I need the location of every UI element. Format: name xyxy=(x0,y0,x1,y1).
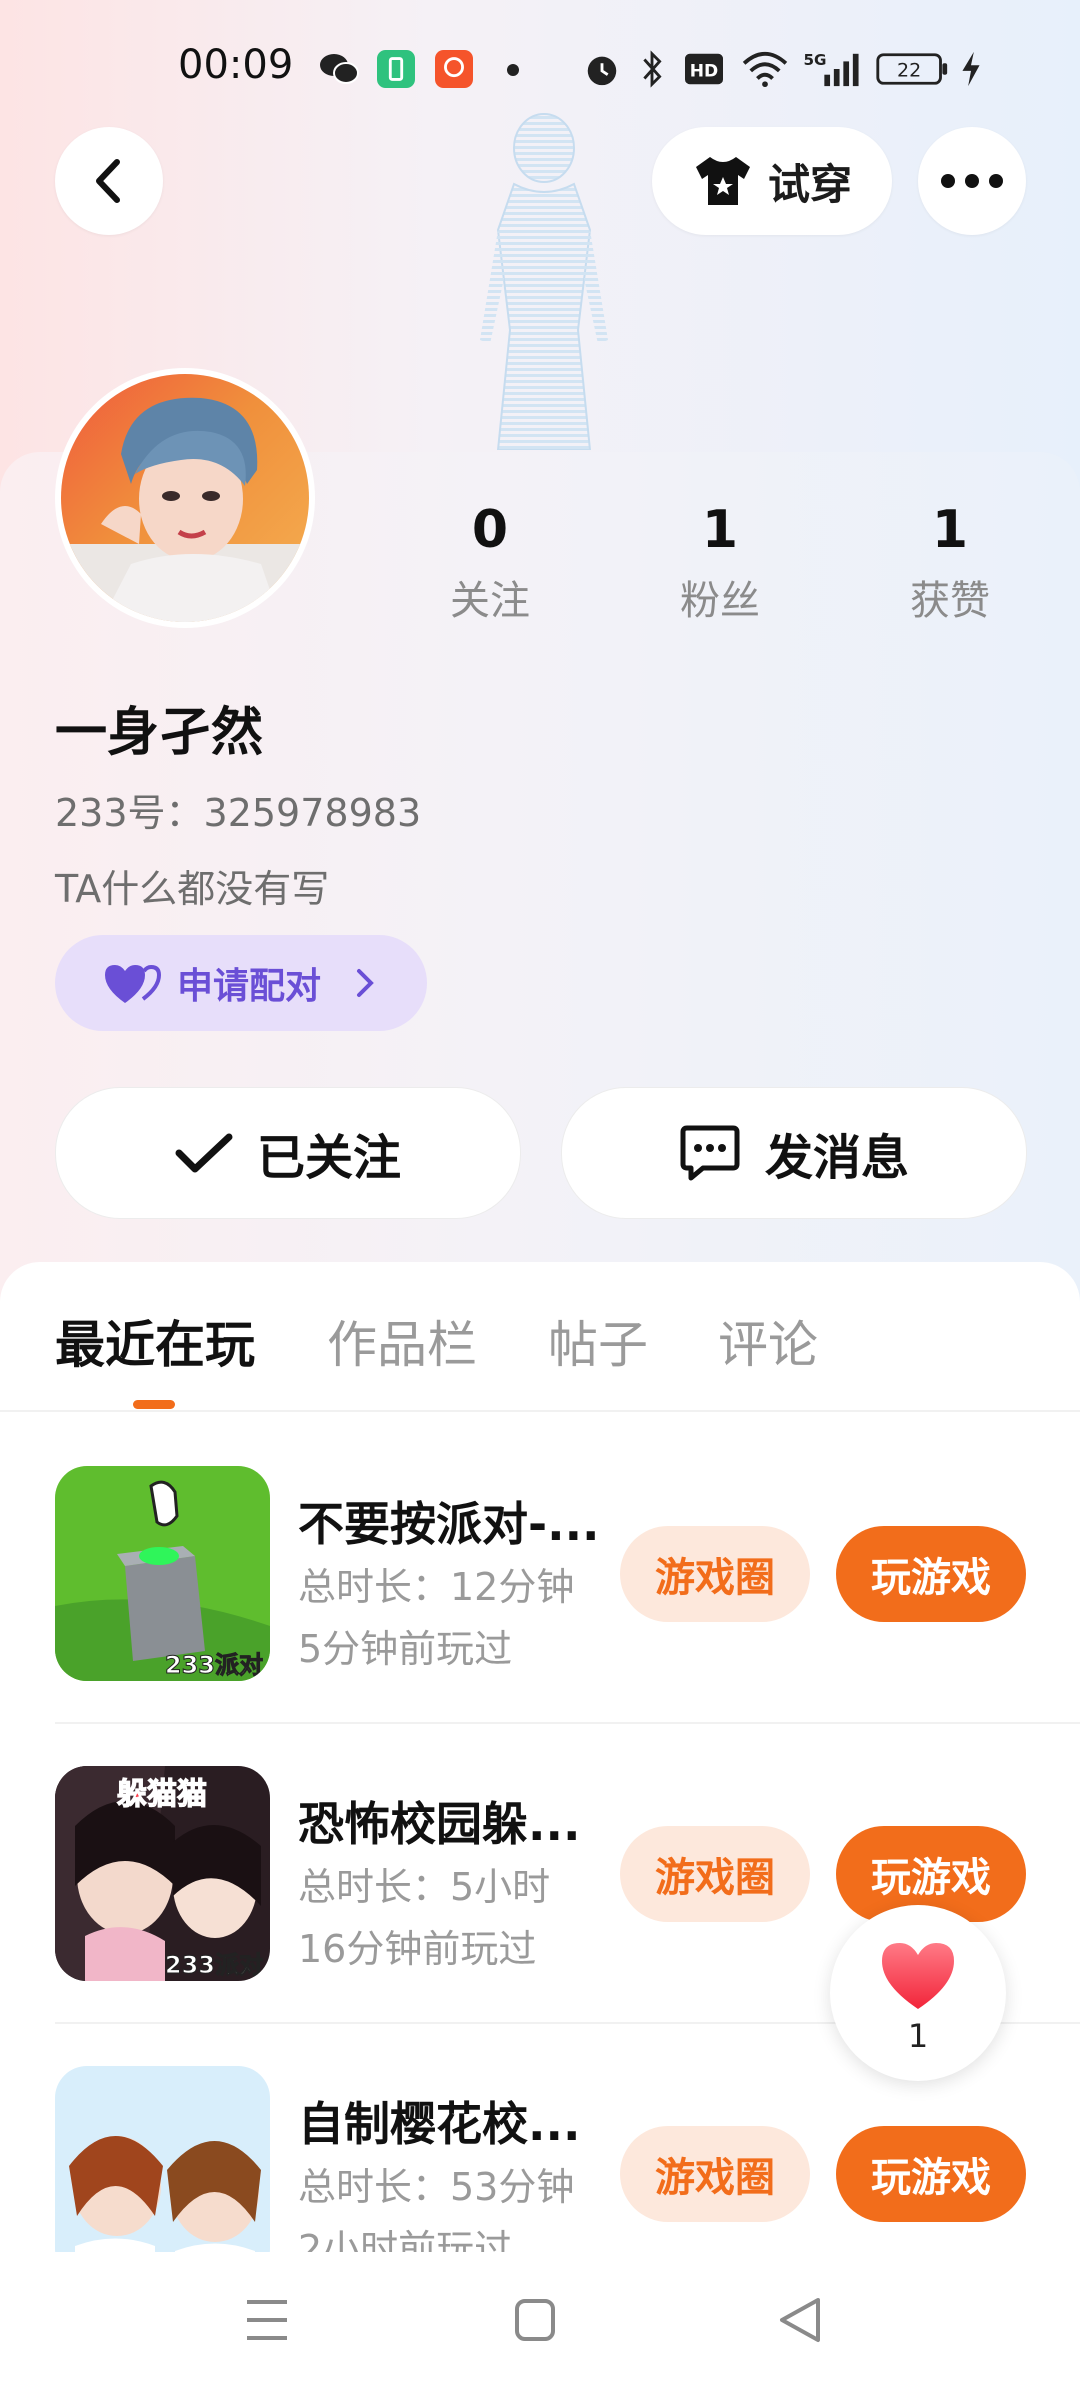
wechat-icon xyxy=(320,54,359,84)
stat-label: 粉丝 xyxy=(680,578,760,624)
stat-followers[interactable]: 1 粉丝 xyxy=(640,500,800,626)
check-icon xyxy=(175,1133,233,1173)
following-button[interactable]: 已关注 xyxy=(55,1087,521,1219)
game-circle-button[interactable]: 游戏圈 xyxy=(620,1526,810,1622)
game-duration: 总时长：12分钟 xyxy=(298,1565,575,1609)
chevron-left-icon xyxy=(96,159,120,203)
stat-value: 0 xyxy=(471,500,509,560)
try-on-label: 试穿 xyxy=(767,159,852,209)
more-button[interactable] xyxy=(918,127,1026,235)
tab-indicator xyxy=(133,1400,175,1409)
avatar-figure xyxy=(480,113,608,450)
tshirt-icon xyxy=(695,157,750,205)
more-dots-icon xyxy=(941,174,1003,188)
chat-bubble-icon xyxy=(680,1125,740,1181)
game-name: 自制樱花校... xyxy=(298,2097,581,2151)
battery-icon: 22 xyxy=(876,53,948,85)
stat-label: 获赞 xyxy=(910,578,990,624)
game-last-played: 5分钟前玩过 xyxy=(298,1627,513,1671)
chevron-right-icon xyxy=(357,969,374,997)
avatar[interactable] xyxy=(55,368,315,628)
5g-signal-icon: 5G xyxy=(803,51,859,87)
play-game-button[interactable]: 玩游戏 xyxy=(836,2126,1026,2222)
hd-icon: HD xyxy=(685,53,723,85)
like-count: 1 xyxy=(907,2017,929,2055)
thumbnail-caption: 躲猫猫 xyxy=(117,1777,207,1812)
stat-following[interactable]: 0 关注 xyxy=(410,500,570,626)
svg-text:22: 22 xyxy=(897,60,921,82)
back-nav-icon[interactable] xyxy=(778,2296,822,2344)
tab-recent-play[interactable]: 最近在玩 xyxy=(55,1305,255,1377)
game-duration: 总时长：53分钟 xyxy=(298,2165,575,2209)
tabs-divider xyxy=(0,1410,1080,1412)
stat-label: 关注 xyxy=(450,578,530,624)
game-duration: 总时长：5小时 xyxy=(298,1865,551,1909)
game-circle-button[interactable]: 游戏圈 xyxy=(620,1826,810,1922)
dot-icon xyxy=(507,64,519,76)
following-label: 已关注 xyxy=(256,1130,401,1186)
stat-value: 1 xyxy=(701,500,739,560)
try-on-button[interactable]: 试穿 xyxy=(652,127,892,235)
send-message-button[interactable]: 发消息 xyxy=(561,1087,1027,1219)
game-thumbnail[interactable]: 233派对 xyxy=(55,1466,270,1681)
game-thumbnail-art: 233派对 xyxy=(55,1466,270,1681)
alarm-icon xyxy=(587,56,617,86)
request-pair-label: 申请配对 xyxy=(177,966,322,1007)
game-thumbnail[interactable] xyxy=(55,2066,270,2281)
wifi-icon xyxy=(742,51,788,88)
floating-like-button[interactable]: 1 xyxy=(830,1905,1006,2081)
play-game-button[interactable]: 玩游戏 xyxy=(836,1526,1026,1622)
svg-text:HD: HD xyxy=(690,62,719,82)
thumbnail-caption: 233派对 xyxy=(165,1651,263,1679)
heart-icon xyxy=(882,1943,954,2009)
avatar-portrait xyxy=(61,397,309,622)
hearts-icon xyxy=(105,964,161,1003)
send-message-label: 发消息 xyxy=(764,1130,909,1186)
battery-saver-icon xyxy=(377,50,415,88)
row-divider xyxy=(55,1722,1080,1724)
system-nav-bar xyxy=(0,2252,1080,2400)
profile-uid: 233号：325978983 xyxy=(55,791,422,835)
game-thumbnail-art: 躲猫猫 233派对 xyxy=(55,1766,270,1981)
status-time: 00:09 xyxy=(178,42,294,88)
home-icon[interactable] xyxy=(514,2296,556,2344)
game-name: 恐怖校园躲... xyxy=(298,1797,581,1851)
stat-likes[interactable]: 1 获赞 xyxy=(870,500,1030,626)
back-button[interactable] xyxy=(55,127,163,235)
charging-icon xyxy=(962,51,980,87)
game-last-played: 16分钟前玩过 xyxy=(298,1927,537,1971)
game-thumbnail[interactable]: 躲猫猫 233派对 xyxy=(55,1766,270,1981)
game-name: 不要按派对-... xyxy=(298,1497,598,1551)
request-pair-button[interactable]: 申请配对 xyxy=(55,935,427,1031)
tab-works[interactable]: 作品栏 xyxy=(327,1305,477,1377)
game-thumbnail-art xyxy=(55,2066,270,2281)
tab-comments[interactable]: 评论 xyxy=(718,1305,818,1377)
app-icon xyxy=(435,50,473,88)
menu-icon[interactable] xyxy=(245,2296,289,2344)
profile-bio: TA什么都没有写 xyxy=(55,867,330,911)
stat-value: 1 xyxy=(931,500,969,560)
game-circle-button[interactable]: 游戏圈 xyxy=(620,2126,810,2222)
profile-name: 一身孑然 xyxy=(55,703,264,763)
bluetooth-icon xyxy=(643,50,662,88)
tab-posts[interactable]: 帖子 xyxy=(548,1305,648,1377)
thumbnail-caption: 233派对 xyxy=(165,1951,263,1979)
svg-text:5G: 5G xyxy=(803,51,826,69)
game-row[interactable]: 233派对 不要按派对-... 总时长：12分钟 5分钟前玩过 游戏圈 玩游戏 xyxy=(0,1466,1080,1766)
